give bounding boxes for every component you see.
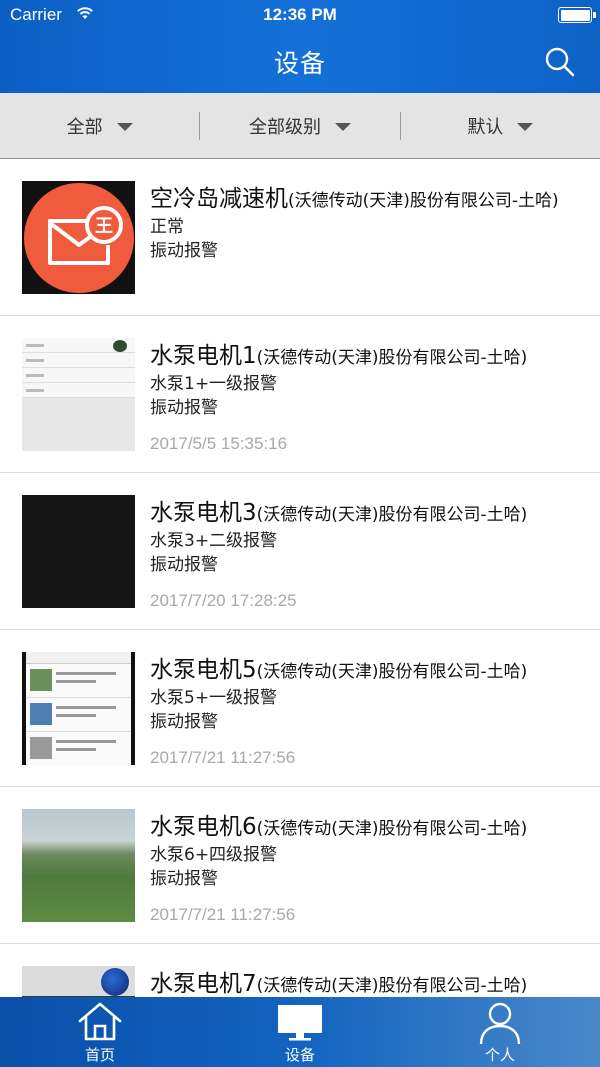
- tab-home[interactable]: 首页: [0, 997, 200, 1067]
- tab-home-label: 首页: [84, 1046, 115, 1064]
- device-alarm-type: 振动报警: [150, 398, 218, 418]
- tab-profile-label: 个人: [484, 1046, 515, 1064]
- device-thumbnail: [22, 966, 135, 997]
- device-name: 水泵电机6: [150, 814, 257, 840]
- device-timestamp: 2017/7/21 11:27:56: [150, 748, 296, 767]
- tab-devices-label: 设备: [284, 1046, 315, 1064]
- device-name: 水泵电机1: [150, 343, 257, 369]
- tab-bar: 首页 设备 个人: [0, 997, 600, 1067]
- device-company: (沃德传动(天津)股份有限公司-土哈): [256, 976, 528, 996]
- device-status: 水泵5+一级报警: [150, 688, 278, 708]
- device-thumbnail: 王: [22, 181, 135, 294]
- device-list-item[interactable]: 水泵电机5(沃德传动(天津)股份有限公司-土哈) 水泵5+一级报警 振动报警 2…: [0, 630, 600, 787]
- device-alarm-type: 振动报警: [150, 712, 218, 732]
- device-title: 水泵电机7(沃德传动(天津)股份有限公司-土哈): [150, 964, 590, 997]
- search-icon[interactable]: [544, 46, 576, 78]
- device-list-item[interactable]: 水泵电机3(沃德传动(天津)股份有限公司-土哈) 水泵3+二级报警 振动报警 2…: [0, 473, 600, 630]
- dropdown-caret-icon: [116, 122, 133, 131]
- dropdown-caret-icon: [517, 122, 534, 131]
- device-alarm-type: 振动报警: [150, 555, 218, 575]
- device-title: 水泵电机5(沃德传动(天津)股份有限公司-土哈): [150, 650, 590, 684]
- device-title: 水泵电机3(沃德传动(天津)股份有限公司-土哈): [150, 493, 590, 527]
- device-list-item[interactable]: 水泵电机7(沃德传动(天津)股份有限公司-土哈): [0, 944, 600, 997]
- device-timestamp: 2017/7/21 11:27:56: [150, 905, 296, 924]
- device-thumbnail: [22, 652, 135, 765]
- device-name: 水泵电机7: [150, 971, 257, 997]
- device-title: 空冷岛减速机(沃德传动(天津)股份有限公司-土哈): [150, 179, 590, 213]
- mail-icon: 王: [47, 205, 123, 265]
- dropdown-caret-icon: [334, 122, 351, 131]
- navigation-header: Carrier 12:36 PM 设备: [0, 0, 600, 93]
- filter-all-label: 全部: [66, 116, 103, 138]
- device-timestamp: 2017/5/5 15:35:16: [150, 434, 288, 453]
- tab-profile[interactable]: 个人: [400, 997, 600, 1067]
- device-list-item[interactable]: 水泵电机1(沃德传动(天津)股份有限公司-土哈) 水泵1+一级报警 振动报警 2…: [0, 316, 600, 473]
- device-alarm-type: 振动报警: [150, 869, 218, 889]
- home-icon: [78, 1002, 122, 1041]
- device-timestamp: 2017/7/20 17:28:25: [150, 591, 297, 610]
- device-name: 水泵电机5: [150, 657, 257, 683]
- device-company: (沃德传动(天津)股份有限公司-土哈): [256, 505, 528, 525]
- device-title: 水泵电机6(沃德传动(天津)股份有限公司-土哈): [150, 807, 590, 841]
- filter-level[interactable]: 全部级别: [200, 93, 399, 158]
- filter-level-label: 全部级别: [248, 116, 321, 138]
- device-list[interactable]: 王 空冷岛减速机(沃德传动(天津)股份有限公司-土哈) 正常 振动报警 水泵电机…: [0, 159, 600, 997]
- person-icon: [479, 1002, 521, 1045]
- page-title: 设备: [273, 49, 326, 78]
- device-status: 水泵6+四级报警: [150, 845, 278, 865]
- svg-text:王: 王: [95, 216, 113, 237]
- device-thumbnail: [22, 809, 135, 922]
- device-company: (沃德传动(天津)股份有限公司-土哈): [256, 348, 528, 368]
- monitor-icon: [278, 1005, 322, 1041]
- status-bar: Carrier 12:36 PM: [0, 0, 600, 32]
- device-status: 水泵1+一级报警: [150, 374, 278, 394]
- filter-sort[interactable]: 默认: [401, 93, 600, 158]
- tab-devices[interactable]: 设备: [200, 997, 400, 1067]
- device-alarm-type: 振动报警: [150, 241, 218, 261]
- filter-all[interactable]: 全部: [0, 93, 199, 158]
- device-list-item[interactable]: 水泵电机6(沃德传动(天津)股份有限公司-土哈) 水泵6+四级报警 振动报警 2…: [0, 787, 600, 944]
- device-thumbnail: [22, 495, 135, 608]
- device-status: 正常: [150, 217, 184, 237]
- device-company: (沃德传动(天津)股份有限公司-土哈): [256, 662, 528, 682]
- device-company: (沃德传动(天津)股份有限公司-土哈): [256, 819, 528, 839]
- device-title: 水泵电机1(沃德传动(天津)股份有限公司-土哈): [150, 336, 590, 370]
- device-thumbnail: [22, 338, 135, 451]
- filter-bar: 全部 全部级别 默认: [0, 93, 600, 159]
- device-list-item[interactable]: 王 空冷岛减速机(沃德传动(天津)股份有限公司-土哈) 正常 振动报警: [0, 159, 600, 316]
- device-company: (沃德传动(天津)股份有限公司-土哈): [288, 191, 559, 211]
- device-name: 水泵电机3: [150, 500, 257, 526]
- device-name: 空冷岛减速机: [150, 186, 288, 212]
- status-time: 12:36 PM: [263, 5, 337, 24]
- filter-sort-label: 默认: [467, 116, 504, 138]
- device-status: 水泵3+二级报警: [150, 531, 278, 551]
- battery-icon: [558, 7, 596, 23]
